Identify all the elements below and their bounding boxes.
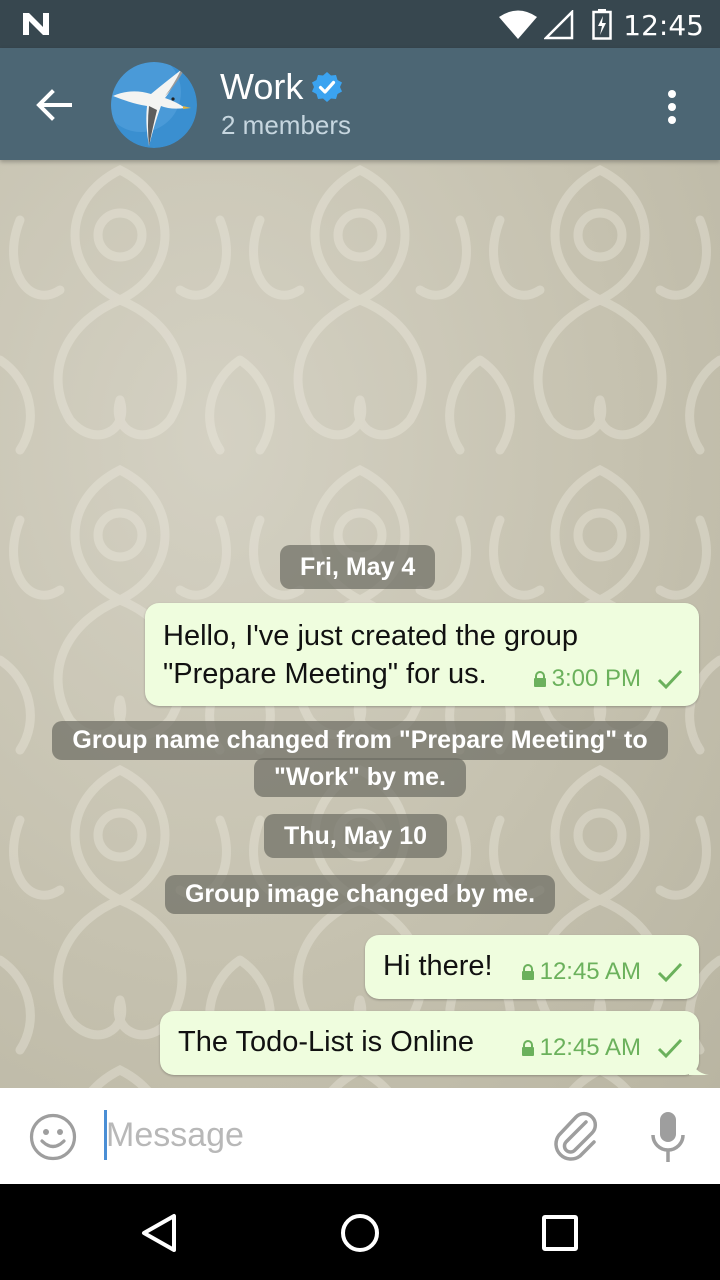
status-bar: 12:45 <box>0 0 720 48</box>
nav-back-icon[interactable] <box>134 1208 184 1258</box>
message-meta: 3:00 PM <box>533 660 683 698</box>
wifi-icon <box>499 10 537 39</box>
service-text: Group image changed by me. <box>164 875 556 914</box>
bubble-tail <box>689 1055 709 1075</box>
emoji-icon[interactable] <box>28 1112 78 1162</box>
service-text-line2: "Work" by me. <box>254 758 466 797</box>
message-bubble[interactable]: Hi there! 12:45 AM <box>365 935 699 999</box>
message-bubble[interactable]: Hello, I've just created the group "Prep… <box>145 603 699 706</box>
system-nav-bar <box>0 1184 720 1280</box>
more-menu-button[interactable] <box>650 82 694 132</box>
service-text-line1: Group name changed from "Prepare Meeting… <box>52 721 668 760</box>
verified-icon <box>312 72 343 102</box>
message-text: The Todo-List is Online <box>178 1026 475 1058</box>
seagull-image <box>111 62 197 148</box>
nav-recents-icon[interactable] <box>535 1208 585 1258</box>
chat-title[interactable]: Work <box>220 66 303 108</box>
message-text: Hello, I've just created the group "Prep… <box>163 620 578 690</box>
service-message: Group name changed from "Prepare Meeting… <box>0 721 720 797</box>
service-message: Group image changed by me. <box>0 875 720 914</box>
message-time: 12:45 AM <box>539 1034 641 1061</box>
lock-icon <box>521 1040 534 1056</box>
check-icon <box>657 1038 683 1059</box>
signal-icon <box>544 10 574 40</box>
battery-icon <box>592 9 612 40</box>
mic-icon[interactable] <box>648 1110 688 1166</box>
message-meta: 12:45 AM <box>521 1029 683 1067</box>
member-count: 2 members <box>221 110 352 140</box>
date-divider: Fri, May 4 <box>280 545 436 589</box>
more-vert-icon <box>668 90 676 98</box>
nav-home-icon[interactable] <box>335 1208 385 1258</box>
check-icon <box>657 962 683 983</box>
message-bubble[interactable]: The Todo-List is Online 12:45 AM <box>160 1011 709 1075</box>
paperclip-icon[interactable] <box>550 1108 600 1162</box>
message-text: Hi there! <box>383 950 493 982</box>
group-avatar[interactable] <box>111 62 197 148</box>
back-arrow-icon <box>36 89 72 121</box>
lock-icon <box>521 964 534 980</box>
n-icon <box>23 13 49 35</box>
message-meta: 12:45 AM <box>521 953 683 991</box>
check-icon <box>657 669 683 690</box>
message-time: 12:45 AM <box>539 958 641 985</box>
message-time: 3:00 PM <box>551 665 641 692</box>
chat-header: Work 2 members <box>0 48 720 160</box>
chat-history[interactable]: Fri, May 4 Hello, I've just created the … <box>0 160 720 1088</box>
message-input[interactable] <box>106 1110 526 1160</box>
compose-bar <box>0 1088 720 1184</box>
back-button[interactable] <box>24 80 84 130</box>
lock-icon <box>533 671 546 687</box>
date-divider: Thu, May 10 <box>264 814 448 858</box>
status-time: 12:45 <box>623 9 704 42</box>
